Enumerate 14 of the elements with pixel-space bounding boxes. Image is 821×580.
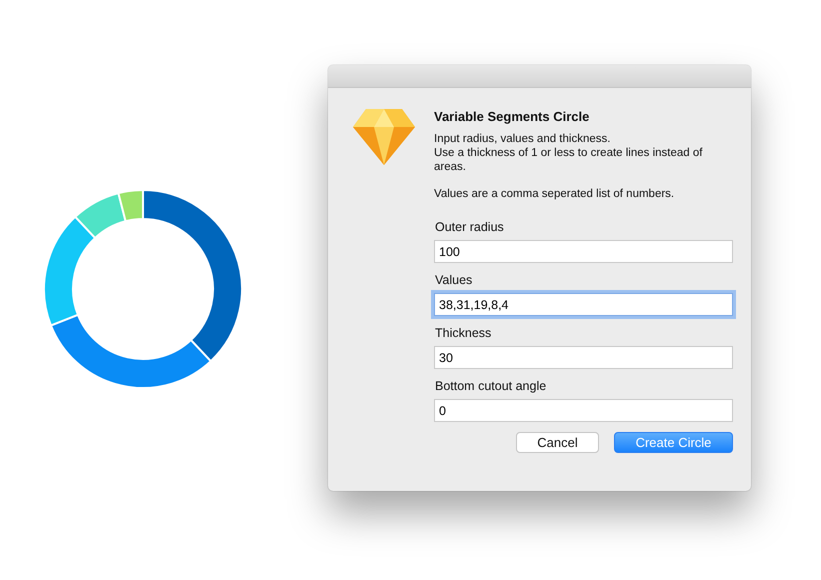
- cancel-button[interactable]: Cancel: [516, 432, 599, 453]
- description-text: Use a thickness of 1 or less to create lines instead of areas.: [434, 146, 704, 174]
- input-field[interactable]: 38,31,19,8,4: [434, 293, 733, 316]
- input-field[interactable]: 100: [434, 240, 733, 263]
- description-text: Input radius, values and thickness.: [434, 132, 612, 146]
- field-label: Thickness: [435, 326, 492, 340]
- note-text: Values are a comma seperated list of numbers.: [434, 188, 676, 200]
- dialog-title: Variable Segments Circle: [434, 109, 590, 124]
- field-label: Outer radius: [435, 220, 505, 234]
- gem-icon: [352, 107, 416, 167]
- field-label: Values: [435, 273, 474, 287]
- input-field[interactable]: 30: [434, 346, 733, 369]
- field-label: Bottom cutout angle: [435, 379, 548, 393]
- input-field[interactable]: 0: [434, 399, 733, 422]
